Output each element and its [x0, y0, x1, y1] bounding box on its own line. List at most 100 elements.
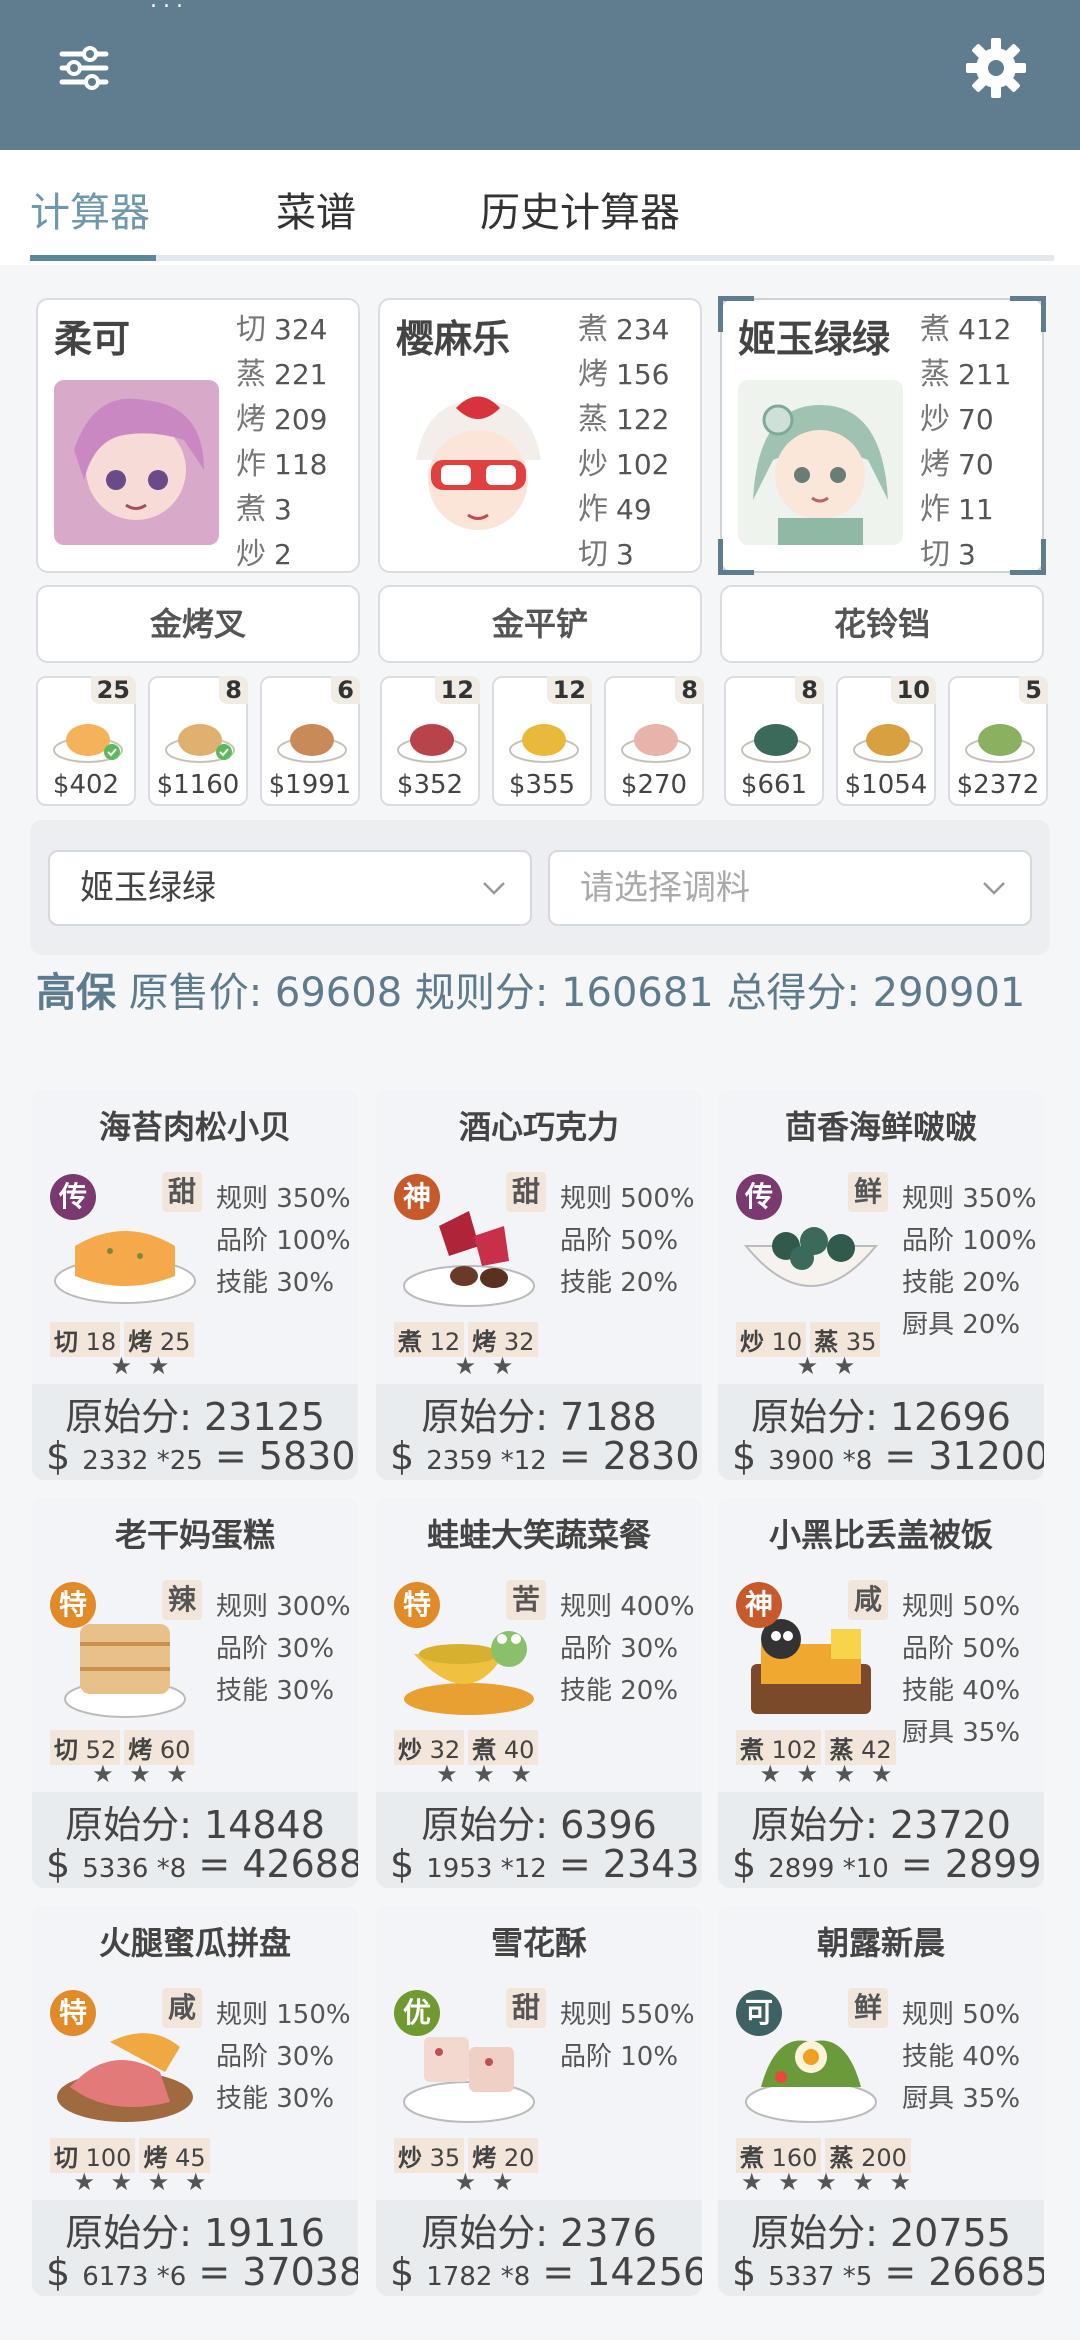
chevron-down-icon: [483, 882, 505, 895]
flavor-badge: 苦: [506, 1580, 546, 1620]
dish-strip-item[interactable]: 12 $355: [492, 676, 592, 806]
flavor-badge: 咸: [162, 1988, 202, 2028]
dish-strip-item[interactable]: 12 $352: [380, 676, 480, 806]
equipment-button-3[interactable]: 花铃铛: [720, 585, 1044, 663]
dish-strip-item[interactable]: 6 $1991: [260, 676, 360, 806]
chevron-down-icon: [983, 882, 1005, 895]
dish-count-badge: 10: [890, 676, 936, 704]
rule-modifier: 规则 550%: [560, 2000, 695, 2030]
rule-modifier: 品阶 100%: [216, 1226, 351, 1256]
rule-modifier: 厨具 20%: [902, 1310, 1021, 1340]
dish-name: 朝露新晨: [816, 1924, 945, 1962]
dish-card[interactable]: 火腿蜜瓜拼盘 特 咸 规则 150% 品阶 30% 技能 30% 切 100 烤 45…: [32, 1906, 358, 2296]
rule-modifier: 品阶 100%: [902, 1226, 1037, 1256]
dish-card[interactable]: 朝露新晨 可 鲜 规则 50% 技能 40% 厨具 35% 煮 160 蒸 200 ★…: [718, 1906, 1044, 2296]
app-header: ...: [0, 0, 1080, 150]
rule-modifier: 技能 40%: [902, 1676, 1021, 1706]
dish-strip-item[interactable]: 8 $270: [604, 676, 704, 806]
equipment-button-1[interactable]: 金烤叉: [36, 585, 360, 663]
star-rating: ★ ★ ★: [436, 1760, 536, 1788]
rule-list: 规则 350% 品阶 100% 技能 30%: [216, 1178, 356, 1304]
dish-count-badge: 8: [219, 676, 248, 704]
dish-card[interactable]: 茴香海鲜啵啵 传 鲜 规则 350% 品阶 100% 技能 20% 厨具 20% 炒 …: [718, 1090, 1044, 1480]
original-score: 原始分: 6396: [421, 1803, 657, 1847]
dish-count-badge: 8: [795, 676, 824, 704]
dish-card[interactable]: 小黑比丢盖被饭 神 咸 规则 50% 品阶 50% 技能 40% 厨具 35% 煮 1…: [718, 1498, 1044, 1888]
original-score: 原始分: 23720: [751, 1803, 1011, 1847]
star-rating: ★ ★: [454, 2168, 518, 2196]
rule-modifier: 技能 30%: [216, 1268, 335, 1298]
summary-tag: 高保: [36, 970, 116, 1016]
dish-name: 海苔肉松小贝: [98, 1108, 291, 1146]
dish-thumbnail-icon: [621, 724, 691, 763]
dish-price: $402: [52, 770, 120, 800]
tab-history[interactable]: 历史计算器: [480, 180, 680, 238]
dish-card[interactable]: 老干妈蛋糕 特 辣 规则 300% 品阶 30% 技能 30% 切 52 烤 60 ★…: [32, 1498, 358, 1888]
rarity-badge: 传: [50, 1174, 96, 1220]
dish-card[interactable]: 酒心巧克力 神 甜 规则 500% 品阶 50% 技能 20% 煮 12 烤 32 ★…: [376, 1090, 702, 1480]
dish-card[interactable]: 海苔肉松小贝 传 甜 规则 350% 品阶 100% 技能 30% 切 18 烤 25…: [32, 1090, 358, 1480]
equipment-button-2[interactable]: 金平铲: [378, 585, 702, 663]
flavor-badge: 鲜: [848, 1172, 888, 1212]
chef-skill-list: 煮 412 蒸 211 炒 70 烤 70 炸 11 切3: [920, 312, 1012, 572]
rule-list: 规则 400% 品阶 30% 技能 20%: [560, 1586, 700, 1712]
rule-modifier: 技能 30%: [216, 1676, 335, 1706]
chef-card-3-selected[interactable]: 姬玉绿绿 煮 412 蒸 211 炒 70 烤 70 炸 11 切3: [718, 296, 1046, 575]
tab-active-indicator: [30, 255, 156, 261]
chef-select-dropdown[interactable]: 姬玉绿绿: [48, 850, 532, 926]
rarity-badge: 神: [736, 1582, 782, 1628]
status-bar: ...: [150, 0, 189, 13]
selection-corner: [718, 296, 754, 332]
dish-name: 酒心巧克力: [458, 1108, 619, 1146]
dish-strip-item[interactable]: 25 $402: [36, 676, 136, 806]
dish-count-badge: 12: [434, 676, 480, 704]
rule-list: 规则 300% 品阶 30% 技能 30%: [216, 1586, 356, 1712]
star-rating: ★ ★ ★ ★: [759, 1760, 897, 1788]
chef-portrait: [738, 380, 903, 545]
dish-strip-item[interactable]: 8 $1160: [148, 676, 248, 806]
rarity-badge: 特: [50, 1990, 96, 2036]
dish-strip-item[interactable]: 5 $2372: [948, 676, 1048, 806]
dish-price: $1991: [268, 770, 352, 800]
rule-modifier: 厨具 35%: [902, 1718, 1021, 1748]
dish-strip-item[interactable]: 10 $1054: [836, 676, 936, 806]
star-rating: ★ ★ ★ ★: [73, 2168, 211, 2196]
tab-recipes[interactable]: 菜谱: [276, 180, 356, 238]
dish-count-badge: 6: [331, 676, 360, 704]
dish-strip-item[interactable]: 8 $661: [724, 676, 824, 806]
rule-modifier: 规则 500%: [560, 1184, 695, 1214]
dish-thumbnail-icon: [165, 724, 235, 763]
dish-card[interactable]: 雪花酥 优 甜 规则 550% 品阶 10% 炒 35 烤 20 ★ ★ 原始分: …: [376, 1906, 702, 2296]
rarity-badge: 神: [394, 1174, 440, 1220]
dish-count-badge: 8: [675, 676, 704, 704]
seasoning-placeholder: 请选择调料: [580, 868, 750, 908]
seasoning-select-dropdown[interactable]: 请选择调料: [548, 850, 1032, 926]
settings-gear-icon[interactable]: [960, 32, 1032, 104]
flavor-badge: 咸: [848, 1580, 888, 1620]
dish-card[interactable]: 蛙蛙大笑蔬菜餐 特 苦 规则 400% 品阶 30% 技能 20% 炒 32 煮 40…: [376, 1498, 702, 1888]
chef-card-2[interactable]: 樱麻乐 煮 234 烤 156 蒸 122 炒 102 炸 49 切3: [378, 298, 702, 573]
tab-bar: 计算器 菜谱 历史计算器: [0, 150, 1080, 265]
score-calculation: $ 2899 *10 = 28990: [732, 1842, 1044, 1886]
rule-modifier: 品阶 10%: [560, 2042, 679, 2072]
dish-name: 茴香海鲜啵啵: [784, 1108, 977, 1146]
rule-modifier: 品阶 50%: [560, 1226, 679, 1256]
dish-count-badge: 5: [1019, 676, 1048, 704]
chef-skill-list: 煮 234 烤 156 蒸 122 炒 102 炸 49 切3: [578, 312, 670, 572]
rarity-badge: 特: [394, 1582, 440, 1628]
original-score: 原始分: 2376: [421, 2211, 657, 2255]
rule-modifier: 技能 30%: [216, 2084, 335, 2114]
rule-modifier: 技能 40%: [902, 2042, 1021, 2072]
star-rating: ★ ★: [454, 1352, 518, 1380]
rule-modifier: 技能 20%: [902, 1268, 1021, 1298]
score-calculation: $ 3900 *8 = 31200: [732, 1434, 1044, 1478]
tab-calculator[interactable]: 计算器: [30, 180, 150, 238]
selection-corner: [718, 539, 754, 575]
original-score: 原始分: 19116: [65, 2211, 325, 2255]
chef-card-1[interactable]: 柔可 切 324 蒸 221 烤 209 炸 118 煮3 炒2: [36, 298, 360, 573]
chef-skill-list: 切 324 蒸 221 烤 209 炸 118 煮3 炒2: [236, 312, 328, 572]
score-calculation: $ 5337 *5 = 26685: [732, 2250, 1044, 2294]
rule-modifier: 规则 350%: [902, 1184, 1037, 1214]
original-score: 原始分: 20755: [751, 2211, 1011, 2255]
filter-menu-icon[interactable]: [48, 32, 120, 104]
